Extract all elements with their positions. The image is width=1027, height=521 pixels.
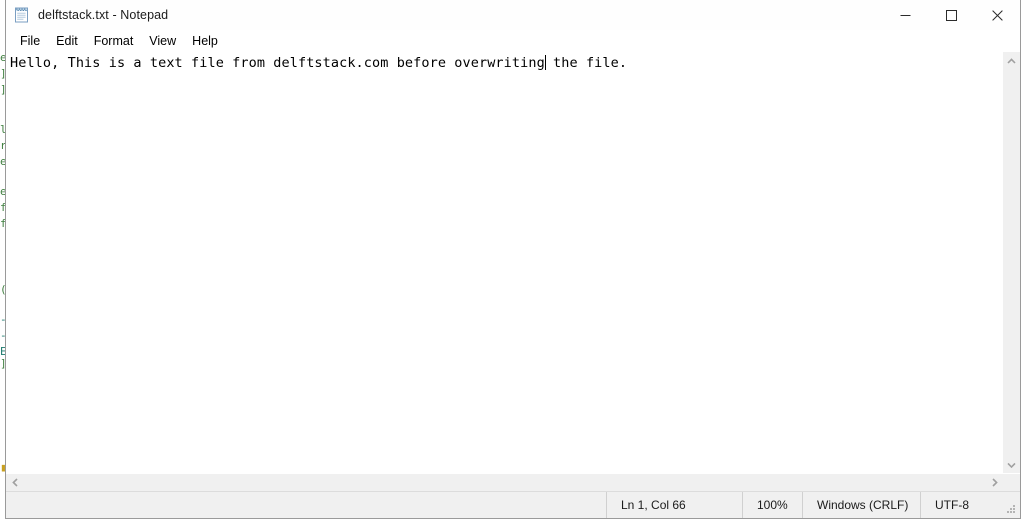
- chevron-up-icon: [1007, 57, 1016, 64]
- close-icon: [991, 9, 1003, 21]
- minimize-icon: [900, 14, 910, 16]
- document-text-line: Hello, This is a text file from delftsta…: [10, 55, 1002, 72]
- menu-item-help[interactable]: Help: [184, 32, 226, 51]
- scroll-up-button[interactable]: [1003, 52, 1020, 69]
- maximize-icon: [945, 9, 957, 21]
- resize-grip[interactable]: [1005, 503, 1017, 515]
- scroll-down-button[interactable]: [1003, 456, 1020, 473]
- maximize-button[interactable]: [928, 0, 974, 30]
- window-title: delftstack.txt - Notepad: [38, 8, 169, 22]
- status-line-ending[interactable]: Windows (CRLF): [802, 492, 920, 518]
- chevron-down-icon: [1007, 462, 1016, 468]
- editor-row: Hello, This is a text file from delftsta…: [6, 52, 1020, 473]
- scroll-right-button[interactable]: [986, 474, 1003, 491]
- menu-item-file[interactable]: File: [12, 32, 48, 51]
- menu-bar: File Edit Format View Help: [6, 31, 1020, 52]
- title-bar[interactable]: delftstack.txt - Notepad: [6, 0, 1020, 31]
- status-bar-spacer: [6, 492, 606, 518]
- minimize-button[interactable]: [882, 0, 928, 30]
- scroll-corner: [1003, 474, 1020, 491]
- window-controls: [882, 0, 1020, 30]
- notepad-icon: [14, 7, 30, 23]
- screen: e]] l r e e f f(- - E] ▮ delftstack.txt …: [0, 0, 1027, 521]
- horizontal-scrollbar[interactable]: [6, 473, 1020, 491]
- document-text-after-caret: the file.: [544, 55, 628, 71]
- editor-area: Hello, This is a text file from delftsta…: [6, 52, 1020, 491]
- chevron-right-icon: [991, 478, 998, 487]
- menu-item-edit[interactable]: Edit: [48, 32, 86, 51]
- status-zoom-level[interactable]: 100%: [742, 492, 802, 518]
- close-button[interactable]: [974, 0, 1020, 30]
- vertical-scrollbar[interactable]: [1002, 52, 1020, 473]
- vertical-scroll-track[interactable]: [1003, 69, 1020, 456]
- status-cursor-position[interactable]: Ln 1, Col 66: [606, 492, 742, 518]
- menu-item-format[interactable]: Format: [86, 32, 142, 51]
- menu-item-view[interactable]: View: [141, 32, 184, 51]
- chevron-left-icon: [11, 478, 18, 487]
- status-bar: Ln 1, Col 66 100% Windows (CRLF) UTF-8: [6, 491, 1020, 518]
- notepad-window: delftstack.txt - Notepad File Edit Forma…: [5, 0, 1021, 519]
- horizontal-scroll-track[interactable]: [23, 474, 986, 491]
- scroll-left-button[interactable]: [6, 474, 23, 491]
- document-text-before-caret: Hello, This is a text file from delftsta…: [10, 55, 545, 71]
- text-editor[interactable]: Hello, This is a text file from delftsta…: [6, 52, 1002, 473]
